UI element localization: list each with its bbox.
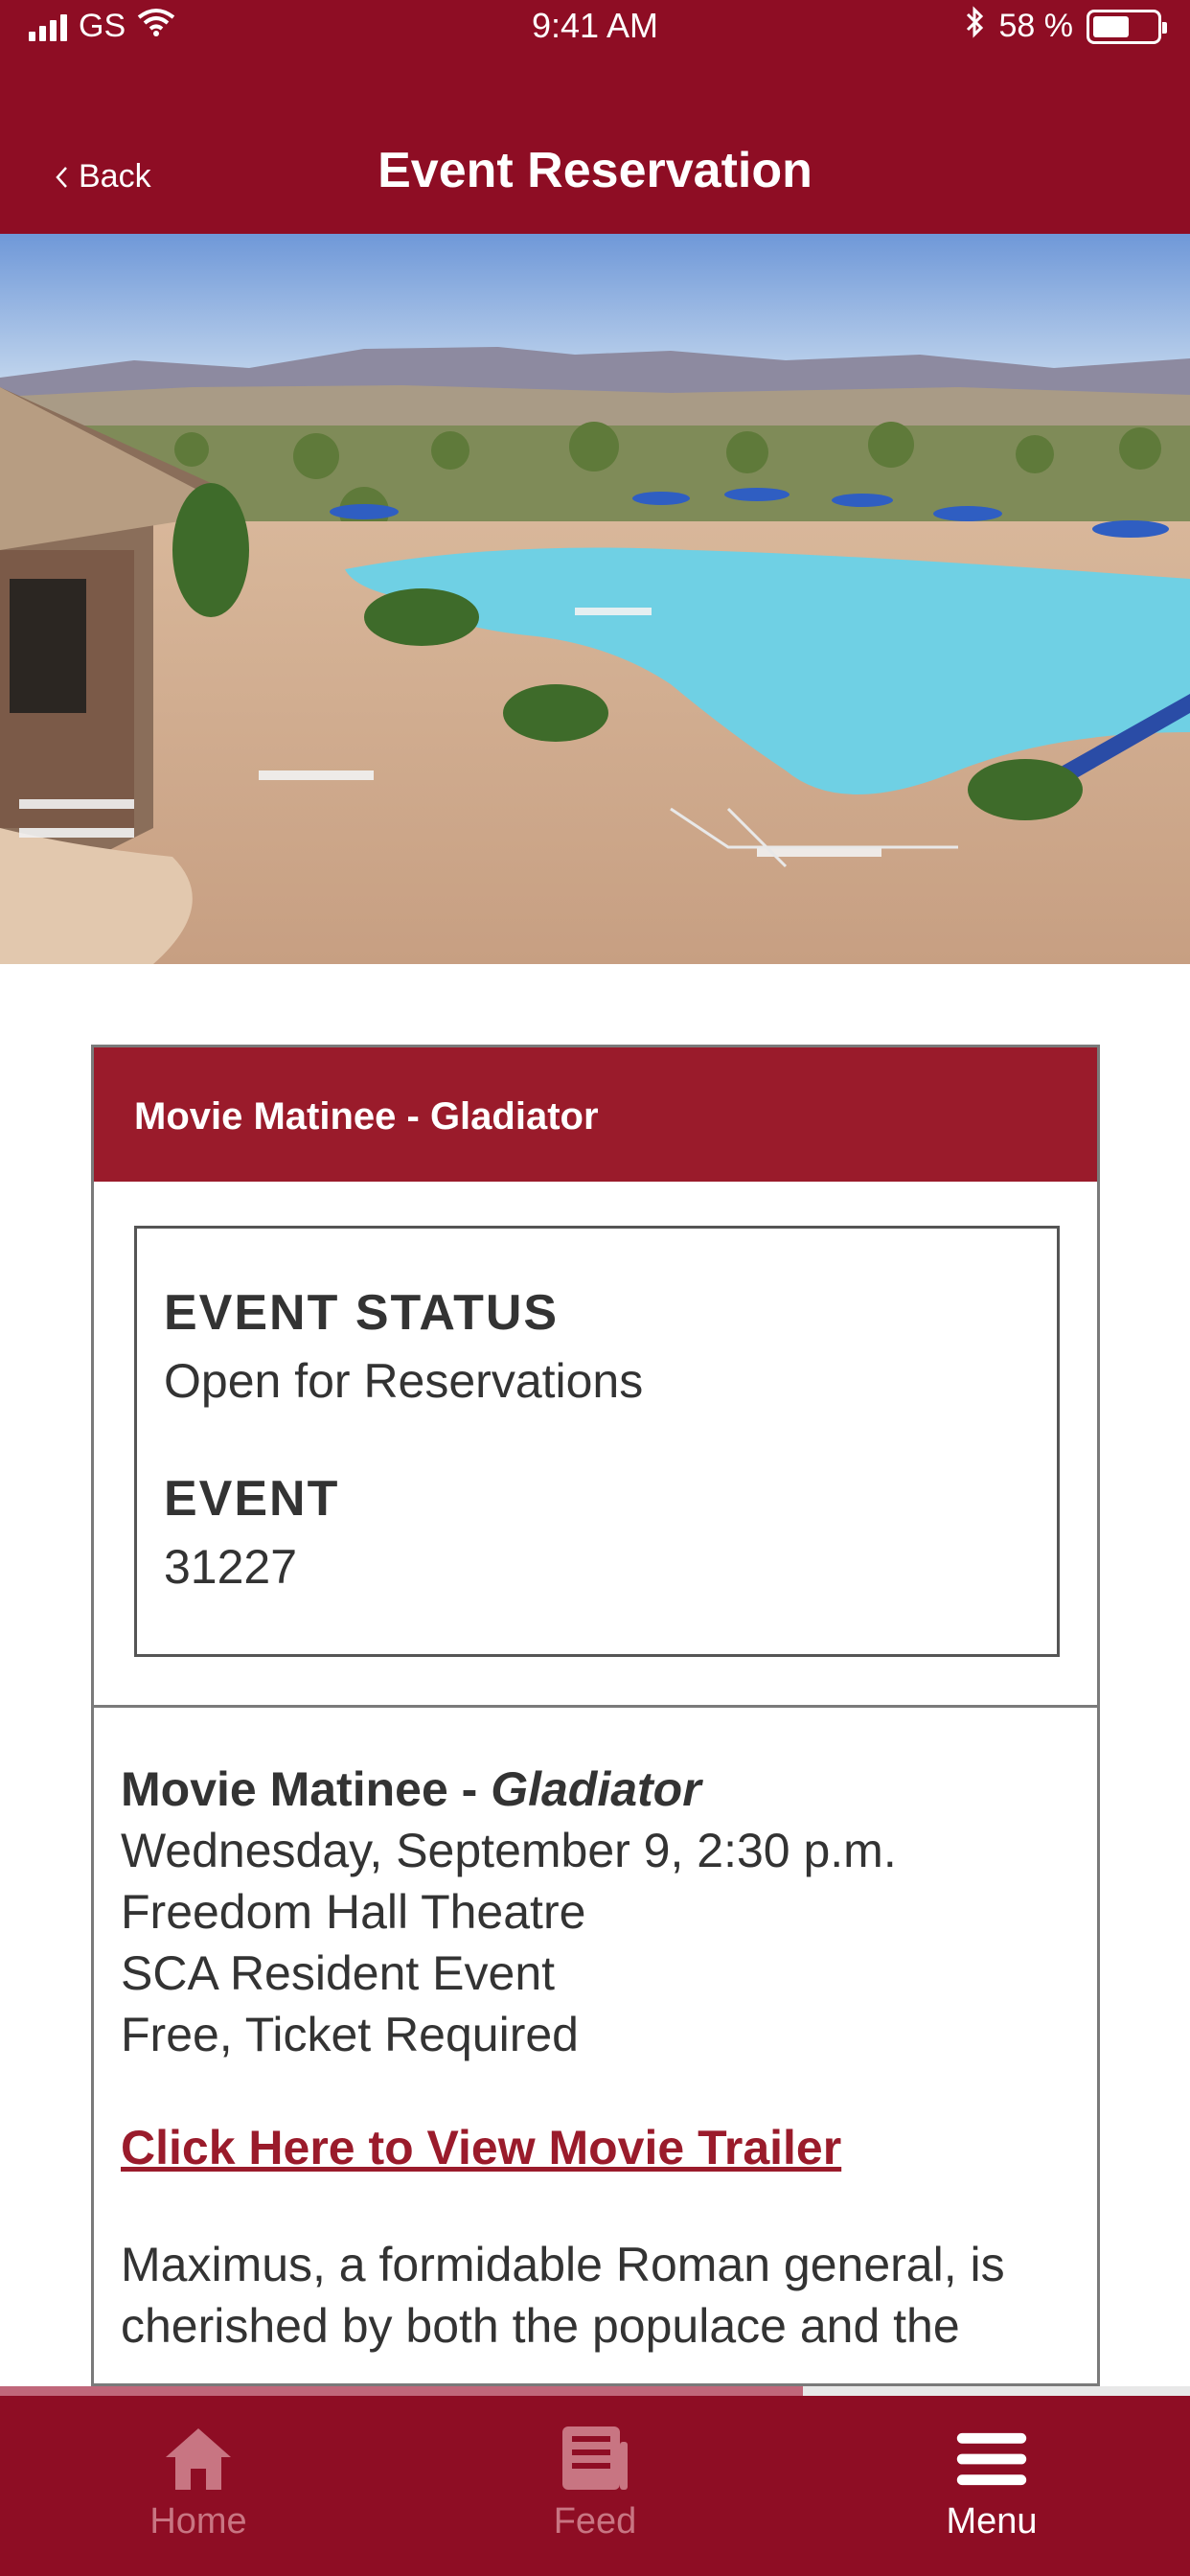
event-price: Free, Ticket Required	[121, 2008, 579, 2061]
tab-feed-label: Feed	[553, 2501, 637, 2542]
battery-percent: 58 %	[998, 8, 1074, 44]
event-type: SCA Resident Event	[121, 1946, 556, 2000]
status-bar: GS 9:41 AM 58 %	[0, 0, 1190, 58]
event-synopsis: Maximus, a formidable Roman general, is …	[121, 2238, 1005, 2353]
event-card-header: Movie Matinee - Gladiator	[94, 1047, 1097, 1182]
hero-image	[0, 234, 1190, 964]
event-title: Movie Matinee - Gladiator	[121, 1759, 1078, 1820]
tab-home[interactable]: Home	[0, 2396, 397, 2576]
event-title-prefix: Movie Matinee -	[121, 1762, 492, 1816]
app-header: GS 9:41 AM 58 % Back Event Reservation	[0, 0, 1190, 234]
card-divider	[94, 1705, 1097, 1708]
page-title: Event Reservation	[378, 143, 812, 198]
tab-feed[interactable]: Feed	[397, 2396, 793, 2576]
home-icon	[162, 2423, 235, 2496]
scroll-progress	[0, 2386, 1190, 2396]
battery-icon	[1087, 9, 1167, 44]
bluetooth-icon	[965, 6, 986, 47]
event-status-box: EVENT STATUS Open for Reservations EVENT…	[134, 1226, 1060, 1657]
event-id-value: 31227	[164, 1540, 298, 1594]
tab-menu[interactable]: Menu	[793, 2396, 1190, 2576]
event-card: Movie Matinee - Gladiator EVENT STATUS O…	[91, 1045, 1100, 2386]
event-location: Freedom Hall Theatre	[121, 1885, 586, 1939]
event-status-value: Open for Reservations	[164, 1354, 644, 1408]
tab-menu-label: Menu	[946, 2501, 1038, 2542]
scroll-progress-fill	[0, 2386, 804, 2396]
tab-home-label: Home	[149, 2501, 247, 2542]
event-id-label: EVENT	[164, 1471, 340, 1527]
menu-icon	[955, 2423, 1028, 2496]
event-date: Wednesday, September 9, 2:30 p.m.	[121, 1824, 897, 1877]
tab-bar: Home Feed Menu	[0, 2396, 1190, 2576]
movie-trailer-link[interactable]: Click Here to View Movie Trailer	[121, 2117, 1078, 2178]
event-details: Movie Matinee - Gladiator Wednesday, Sep…	[121, 1759, 1078, 2357]
feed-icon	[559, 2423, 631, 2496]
event-status-label: EVENT STATUS	[164, 1285, 560, 1341]
event-title-movie: Gladiator	[491, 1762, 701, 1816]
